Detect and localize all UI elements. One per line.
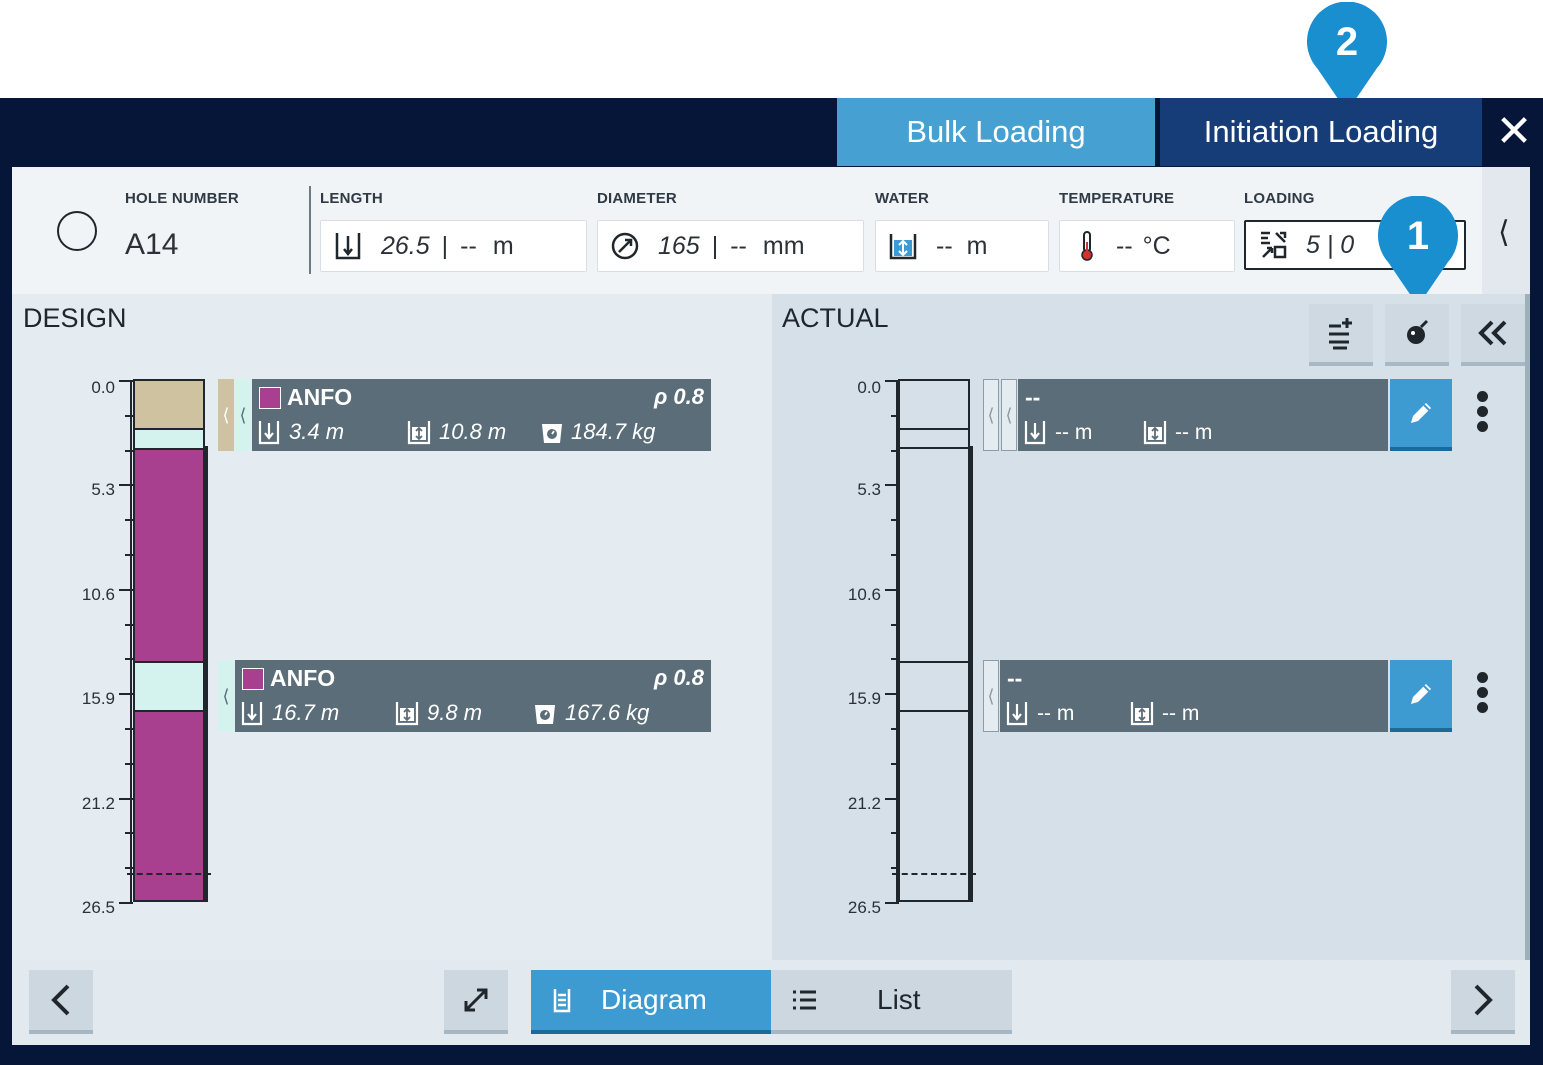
edit-deck-button[interactable]	[1390, 660, 1452, 732]
more-options-icon[interactable]	[1472, 672, 1492, 752]
water-icon	[407, 419, 431, 450]
divider	[309, 186, 311, 274]
diagram-view-toggle[interactable]: Diagram	[531, 970, 771, 1034]
pencil-icon	[1411, 403, 1431, 423]
tab-initiation-loading[interactable]: Initiation Loading	[1160, 98, 1482, 166]
deck-handle[interactable]: ⟨	[218, 660, 234, 732]
loading-icon	[1258, 230, 1288, 260]
close-icon[interactable]: ✕	[1490, 106, 1538, 156]
length-icon	[1024, 419, 1046, 450]
pencil-icon	[1411, 684, 1431, 704]
weight-icon	[540, 420, 564, 449]
water-field[interactable]: -- m	[875, 220, 1049, 272]
info-collapse-handle[interactable]: ⟨	[1482, 167, 1530, 294]
water-icon	[395, 700, 419, 731]
design-deck-2[interactable]: ANFO ρ 0.8 16.7 m 9.8 m 167.6 kg	[235, 660, 711, 732]
thermometer-icon	[1072, 231, 1102, 261]
length-icon	[258, 419, 280, 450]
length-field[interactable]: 26.5 | -- m	[320, 220, 587, 272]
previous-button[interactable]	[29, 970, 93, 1034]
depth-tick-label: 10.6	[847, 584, 881, 604]
collapse-panel-button[interactable]	[1461, 304, 1525, 366]
design-title: DESIGN	[23, 303, 127, 333]
temperature-label: TEMPERATURE	[1059, 190, 1175, 207]
callout-pin-1: 1	[1376, 195, 1460, 308]
tab-bulk-loading[interactable]: Bulk Loading	[837, 98, 1155, 166]
expand-icon	[464, 988, 488, 1012]
weight-icon	[533, 701, 557, 730]
actual-title: ACTUAL	[782, 303, 889, 333]
toe-marker	[892, 873, 976, 875]
depth-tick-major	[119, 902, 133, 904]
air-segment	[135, 661, 203, 712]
design-axis-line	[130, 380, 132, 902]
water-icon	[888, 231, 918, 261]
primer-button[interactable]	[1385, 304, 1449, 366]
deck-handle[interactable]: ⟨	[1001, 379, 1017, 451]
primer-icon	[1407, 319, 1429, 344]
depth-tick-label: 15.9	[81, 689, 115, 709]
scrollbar[interactable]	[1525, 294, 1530, 960]
depth-tick-label: 21.2	[847, 793, 881, 813]
anfo-swatch	[242, 668, 264, 690]
actual-hole-column	[892, 379, 976, 902]
depth-tick-label: 26.5	[81, 898, 115, 917]
length-icon	[1006, 700, 1028, 731]
loading-label: LOADING	[1244, 190, 1315, 207]
more-options-icon[interactable]	[1472, 391, 1492, 471]
water-icon	[1143, 419, 1167, 450]
actual-deck-1[interactable]: -- -- m -- m	[1018, 379, 1388, 451]
edit-deck-button[interactable]	[1390, 379, 1452, 451]
list-icon	[793, 990, 816, 1010]
hole-number-value: A14	[125, 228, 179, 261]
depth-tick-label: 5.3	[857, 480, 881, 500]
list-view-toggle[interactable]: List	[771, 970, 1012, 1034]
deck-handle[interactable]: ⟨	[235, 379, 251, 451]
depth-tick-label: 15.9	[847, 689, 881, 709]
water-label: WATER	[875, 190, 930, 207]
anfo-swatch	[259, 387, 281, 409]
add-deck-button[interactable]	[1309, 304, 1373, 366]
hole-status-icon	[57, 211, 97, 251]
add-deck-icon	[1329, 318, 1352, 350]
design-column-edge	[205, 446, 208, 902]
depth-tick-label: 0.0	[91, 378, 115, 397]
next-button[interactable]	[1451, 970, 1515, 1034]
water-icon	[1130, 700, 1154, 731]
depth-tick-label: 21.2	[81, 793, 115, 813]
chevron-left-icon	[51, 984, 70, 1016]
toe-marker	[127, 873, 211, 875]
diameter-field[interactable]: 165 | -- mm	[597, 220, 864, 272]
diagram-icon	[553, 989, 571, 1013]
actual-column-edge	[970, 446, 973, 902]
hole-number-label: HOLE NUMBER	[125, 190, 239, 207]
double-chevron-left-icon	[1478, 320, 1507, 346]
deck-handle[interactable]: ⟨	[983, 660, 999, 732]
chevron-right-icon	[1474, 984, 1493, 1016]
chevron-left-icon: ⟨	[1498, 216, 1510, 249]
depth-tick-label: 26.5	[847, 898, 881, 917]
diameter-label: DIAMETER	[597, 190, 677, 207]
depth-tick-label: 10.6	[81, 584, 115, 604]
length-icon	[241, 700, 263, 731]
design-deck-1[interactable]: ANFO ρ 0.8 3.4 m 10.8 m 184.7 kg	[252, 379, 711, 451]
design-hole-column	[127, 379, 211, 902]
length-icon	[333, 231, 363, 261]
diameter-icon	[610, 231, 640, 261]
depth-tick-major	[885, 902, 899, 904]
depth-tick-label: 0.0	[857, 378, 881, 397]
length-label: LENGTH	[320, 190, 383, 207]
expand-button[interactable]	[444, 970, 508, 1034]
actual-deck-2[interactable]: -- -- m -- m	[1000, 660, 1388, 732]
temperature-field[interactable]: -- °C	[1059, 220, 1235, 272]
depth-tick-label: 5.3	[91, 480, 115, 500]
air-segment	[135, 430, 203, 450]
deck-handle[interactable]: ⟨	[218, 379, 234, 451]
stemming-segment	[135, 381, 203, 430]
deck-handle[interactable]: ⟨	[983, 379, 999, 451]
